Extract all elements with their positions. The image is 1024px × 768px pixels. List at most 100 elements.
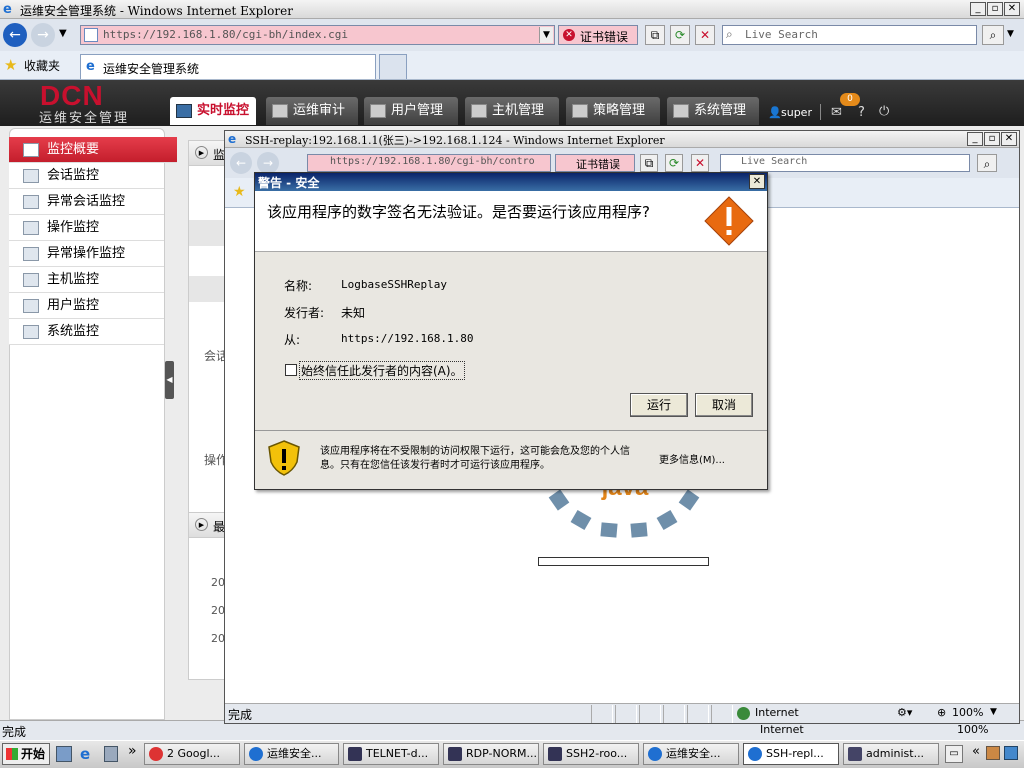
message-count-badge: 0 bbox=[840, 93, 860, 106]
popup-minimize-button[interactable]: _ bbox=[967, 132, 983, 146]
popup-compat-button[interactable]: ⧉ bbox=[640, 154, 658, 172]
terminal-icon bbox=[448, 747, 462, 761]
zoom-icon[interactable]: ⊕ bbox=[937, 706, 946, 719]
popup-close-button[interactable]: ✕ bbox=[1001, 132, 1017, 146]
section-expand-icon[interactable]: ▶ bbox=[195, 146, 208, 159]
section-2-expand-icon[interactable]: ▶ bbox=[195, 518, 208, 531]
new-tab-button[interactable] bbox=[379, 54, 407, 79]
taskbar-item[interactable]: RDP-NORM... bbox=[443, 743, 539, 765]
main-search-input[interactable]: ⌕ Live Search bbox=[722, 25, 977, 45]
trust-publisher-checkbox[interactable] bbox=[285, 364, 297, 376]
bg-zone-text: Internet bbox=[760, 723, 804, 736]
tab-policy-management[interactable]: 策略管理 bbox=[566, 97, 660, 125]
sidebar-item-abnormal-session[interactable]: 异常会话监控 bbox=[9, 189, 164, 215]
cert-error-label: 证书错误 bbox=[580, 30, 629, 44]
tray-app-icon[interactable] bbox=[986, 746, 1000, 760]
user-icon bbox=[848, 747, 862, 761]
popup-search-input[interactable]: Live Search bbox=[720, 154, 970, 172]
popup-window-title: SSH-replay:192.168.1.1(张三)->192.168.1.12… bbox=[245, 134, 665, 147]
zoom-dropdown-icon[interactable]: ▼ bbox=[990, 707, 997, 717]
host-monitor-icon bbox=[23, 273, 39, 287]
sidebar-item-abnormal-operation[interactable]: 异常操作监控 bbox=[9, 241, 164, 267]
help-icon[interactable]: ? bbox=[858, 105, 865, 120]
dialog-close-button[interactable]: ✕ bbox=[749, 174, 765, 189]
popup-search-go-button[interactable]: ⌕ bbox=[977, 154, 997, 172]
tab-user-management[interactable]: 用户管理 bbox=[364, 97, 458, 125]
taskbar-item[interactable]: 运维安全... bbox=[643, 743, 739, 765]
run-button[interactable]: 运行 bbox=[630, 393, 688, 417]
tab-realtime-monitor[interactable]: 实时监控 bbox=[170, 97, 256, 125]
message-icon[interactable]: ✉ bbox=[831, 105, 842, 120]
refresh-button[interactable]: ⟳ bbox=[670, 25, 690, 45]
quicklaunch-chevron[interactable]: » bbox=[128, 743, 137, 759]
history-dropdown-icon[interactable]: ▼ bbox=[59, 28, 67, 39]
popup-maximize-button[interactable]: ▫ bbox=[984, 132, 1000, 146]
start-button[interactable]: 开始 bbox=[2, 743, 50, 765]
maximize-button[interactable]: ▫ bbox=[987, 2, 1003, 16]
java-progress-bar bbox=[538, 557, 709, 566]
ie-icon bbox=[249, 747, 263, 761]
sidebar-item-operation-monitor[interactable]: 操作监控 bbox=[9, 215, 164, 241]
more-info-link[interactable]: 更多信息(M)... bbox=[659, 451, 725, 466]
internet-zone-icon bbox=[737, 707, 750, 720]
tab-system-management[interactable]: 系统管理 bbox=[667, 97, 759, 125]
taskbar-item[interactable]: SSH-repl... bbox=[743, 743, 839, 765]
close-button[interactable]: ✕ bbox=[1004, 2, 1020, 16]
quicklaunch-desktop-icon[interactable] bbox=[56, 746, 72, 762]
popup-zoom-text[interactable]: 100% bbox=[952, 706, 983, 719]
status-cell-5 bbox=[687, 705, 709, 723]
main-tab[interactable]: e 运维安全管理系统 bbox=[80, 54, 376, 79]
popup-cert-error[interactable]: 证书错误 bbox=[555, 154, 635, 172]
search-go-button[interactable]: ⌕ bbox=[982, 25, 1004, 45]
popup-back-button[interactable]: ← bbox=[230, 152, 252, 174]
favorites-label[interactable]: 收藏夹 bbox=[24, 57, 60, 74]
tab-ops-audit[interactable]: 运维审计 bbox=[266, 97, 358, 125]
sidebar-item-host-monitor[interactable]: 主机监控 bbox=[9, 267, 164, 293]
taskbar-item[interactable]: 2 Googl... bbox=[144, 743, 240, 765]
tray-expand-icon[interactable]: « bbox=[972, 744, 980, 759]
content-band-1 bbox=[189, 220, 227, 246]
sidebar-item-overview[interactable]: 监控概要 bbox=[9, 137, 177, 163]
sidebar-item-system-monitor[interactable]: 系统监控 bbox=[9, 319, 164, 345]
compat-view-button[interactable]: ⧉ bbox=[645, 25, 665, 45]
popup-address-bar[interactable]: https://192.168.1.80/cgi-bh/contro bbox=[307, 154, 551, 172]
cancel-button[interactable]: 取消 bbox=[695, 393, 753, 417]
quicklaunch-app-icon[interactable] bbox=[104, 746, 118, 762]
dialog-title-bar: 警告 - 安全 ✕ bbox=[255, 173, 767, 191]
main-cert-error[interactable]: ✕ 证书错误 bbox=[558, 25, 638, 45]
ie-icon bbox=[648, 747, 662, 761]
taskbar-item[interactable]: SSH2-roo... bbox=[543, 743, 639, 765]
tray-keyboard-icon[interactable]: ▭ bbox=[945, 745, 963, 763]
sidebar-item-user-monitor[interactable]: 用户监控 bbox=[9, 293, 164, 319]
section-header-2: ▶ 最 bbox=[188, 512, 228, 538]
sidebar-item-session-monitor[interactable]: 会话监控 bbox=[9, 163, 164, 189]
popup-favorites-star-icon[interactable]: ★ bbox=[233, 184, 246, 200]
forward-button[interactable]: → bbox=[31, 23, 55, 47]
minimize-button[interactable]: _ bbox=[970, 2, 986, 16]
taskbar-item[interactable]: 运维安全... bbox=[244, 743, 339, 765]
logout-icon[interactable]: ⏻ bbox=[879, 104, 889, 119]
popup-stop-button[interactable]: ✕ bbox=[691, 154, 709, 172]
address-dropdown-icon[interactable]: ▼ bbox=[539, 27, 553, 43]
popup-refresh-button[interactable]: ⟳ bbox=[665, 154, 683, 172]
sidebar-collapse-handle[interactable]: ◀ bbox=[165, 361, 174, 399]
back-button[interactable]: ← bbox=[3, 23, 27, 47]
taskbar-item[interactable]: TELNET-d... bbox=[343, 743, 439, 765]
stop-button[interactable]: ✕ bbox=[695, 25, 715, 45]
popup-search-placeholder: Live Search bbox=[741, 156, 808, 167]
taskbar-item[interactable]: administ... bbox=[843, 743, 939, 765]
popup-title-bar: e SSH-replay:192.168.1.1(张三)->192.168.1.… bbox=[225, 131, 1019, 148]
trust-publisher-label[interactable]: 始终信任此发行者的内容(A)。 bbox=[299, 361, 465, 380]
protected-mode-icon[interactable]: ⚙▾ bbox=[897, 706, 912, 719]
dialog-question: 该应用程序的数字签名无法验证。是否要运行该应用程序? bbox=[267, 203, 650, 221]
tray-app-icon[interactable] bbox=[1004, 746, 1018, 760]
page-icon bbox=[84, 28, 98, 42]
row-date-3: 20 bbox=[211, 632, 225, 645]
popup-forward-button[interactable]: → bbox=[257, 152, 279, 174]
tab-host-management[interactable]: 主机管理 bbox=[465, 97, 559, 125]
search-options-icon[interactable]: ▼ bbox=[1007, 29, 1014, 39]
quicklaunch-ie-icon[interactable]: e bbox=[80, 745, 90, 763]
main-address-bar[interactable]: https://192.168.1.80/cgi-bh/index.cgi ▼ bbox=[80, 25, 555, 45]
current-user[interactable]: super bbox=[781, 106, 812, 119]
main-navbar: ← → ▼ https://192.168.1.80/cgi-bh/index.… bbox=[0, 19, 1024, 51]
